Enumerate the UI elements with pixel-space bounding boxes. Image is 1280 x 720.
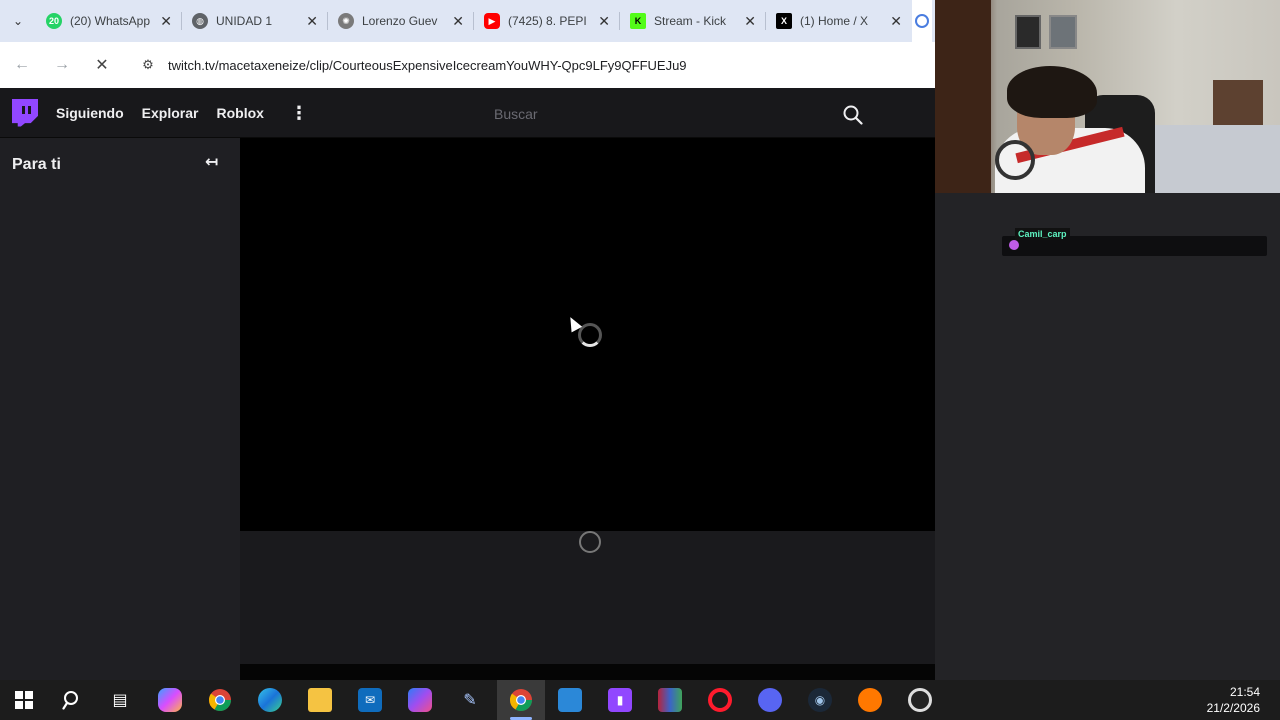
kick-icon: K	[630, 13, 646, 29]
loading-icon	[915, 14, 929, 28]
obs-icon[interactable]	[908, 688, 932, 712]
tab-title: Stream - Kick	[654, 14, 727, 28]
clock-time: 21:54	[1229, 685, 1260, 699]
close-tab-icon[interactable]: ✕	[598, 13, 610, 30]
screen: ⌄ 20 (20) WhatsApp ✕ ◍ UNIDAD 1 ✕ ✺ Lore…	[0, 0, 1280, 720]
stream-overlay: Camil_carp	[935, 0, 1280, 680]
webcam-headset	[995, 140, 1035, 180]
sidebar: Para ti ↤	[0, 138, 240, 680]
twitch-app-icon[interactable]: ▮	[608, 688, 632, 712]
microsoft-365-icon[interactable]	[408, 688, 432, 712]
steam-icon[interactable]: ◉	[808, 688, 832, 712]
chevron-down-icon: ⌄	[12, 14, 24, 28]
browser-toolbar: ← → ✕ ⚙ twitch.tv/macetaxeneize/clip/Cou…	[0, 42, 935, 88]
whatsapp-icon: 20	[46, 13, 62, 29]
loading-spinner-icon	[579, 531, 601, 553]
search-icon[interactable]	[60, 688, 84, 712]
taskbar: ▤ ✉ ✎ ▮ ◉ 21:54 21/2/2026	[0, 680, 1280, 720]
copilot-icon[interactable]	[158, 688, 182, 712]
twitch-logo-icon[interactable]	[12, 98, 38, 127]
search-input[interactable]	[482, 98, 832, 130]
tune-icon: ⚙	[142, 57, 154, 72]
active-browser-tab[interactable]	[912, 0, 932, 42]
system-clock[interactable]: 21:54 21/2/2026	[1207, 684, 1260, 716]
nav-following[interactable]: Siguiendo	[56, 105, 124, 121]
tab-title: UNIDAD 1	[216, 14, 273, 28]
outlook-icon[interactable]: ✉	[358, 688, 382, 712]
chrome-icon[interactable]	[208, 688, 232, 712]
tab-title: (20) WhatsApp	[70, 14, 150, 28]
video-player[interactable]	[240, 138, 940, 531]
search-icon	[843, 105, 863, 125]
tab-title: (7425) 8. PEPI	[508, 14, 587, 28]
file-explorer-icon[interactable]	[308, 688, 332, 712]
task-view-icon[interactable]: ▤	[108, 688, 132, 712]
nav-roblox[interactable]: Roblox	[216, 105, 263, 121]
nav-browse[interactable]: Explorar	[142, 105, 199, 121]
browser-tab[interactable]: X (1) Home / X ✕	[766, 0, 912, 42]
arrow-right-icon: →	[54, 56, 70, 73]
windows-start-icon[interactable]	[12, 688, 36, 712]
openai-icon: ✺	[338, 13, 354, 29]
browser-tab[interactable]: ◍ UNIDAD 1 ✕	[182, 0, 328, 42]
close-tab-icon[interactable]: ✕	[744, 13, 756, 30]
more-options-icon[interactable]: ⋮	[290, 104, 308, 122]
pen-tool-icon[interactable]: ✎	[458, 688, 482, 712]
x-icon: X	[776, 13, 792, 29]
webcam-door	[935, 0, 991, 193]
webcam-person-hair	[1007, 66, 1097, 118]
page-bottom-strip	[240, 664, 940, 680]
browser-tab[interactable]: ✺ Lorenzo Guev ✕	[328, 0, 474, 42]
webcam-feed	[935, 0, 1280, 193]
tab-search-button[interactable]: ⌄	[0, 0, 36, 42]
close-icon: ✕	[95, 57, 109, 74]
youtube-icon: ▶	[484, 13, 500, 29]
address-bar[interactable]: twitch.tv/macetaxeneize/clip/CourteousEx…	[168, 58, 687, 73]
browser-tab[interactable]: ▶ (7425) 8. PEPI ✕	[474, 0, 620, 42]
clip-info-area	[240, 531, 940, 664]
globe-icon: ◍	[192, 13, 208, 29]
close-tab-icon[interactable]: ✕	[890, 13, 902, 30]
site-info-button[interactable]: ⚙	[136, 53, 160, 77]
search-button[interactable]	[840, 102, 866, 128]
close-tab-icon[interactable]: ✕	[306, 13, 318, 30]
tab-title: Lorenzo Guev	[362, 14, 438, 28]
webcam-poster	[1049, 15, 1077, 49]
search-bar	[482, 98, 876, 130]
arrow-left-icon: ←	[14, 56, 30, 73]
stop-loading-button[interactable]: ✕	[84, 47, 120, 83]
forward-button[interactable]: →	[44, 47, 80, 83]
tab-title: (1) Home / X	[800, 14, 869, 28]
chrome-active-icon[interactable]	[509, 688, 533, 712]
browser-tabstrip: ⌄ 20 (20) WhatsApp ✕ ◍ UNIDAD 1 ✕ ✺ Lore…	[0, 0, 935, 42]
clock-date: 21/2/2026	[1206, 701, 1260, 715]
avast-icon[interactable]	[858, 688, 882, 712]
microsoft-store-icon[interactable]	[558, 688, 582, 712]
opera-icon[interactable]	[708, 688, 732, 712]
chat-badge-icon	[1009, 240, 1019, 250]
back-button[interactable]: ←	[4, 47, 40, 83]
close-tab-icon[interactable]: ✕	[452, 13, 464, 30]
browser-tab[interactable]: K Stream - Kick ✕	[620, 0, 766, 42]
webcam-bed	[1150, 125, 1280, 193]
browser-tab[interactable]: 20 (20) WhatsApp ✕	[36, 0, 182, 42]
winrar-icon[interactable]	[658, 688, 682, 712]
close-tab-icon[interactable]: ✕	[160, 13, 172, 30]
twitch-top-nav: Siguiendo Explorar Roblox ⋮	[0, 88, 935, 138]
sidebar-title: Para ti	[12, 156, 61, 173]
webcam-poster	[1015, 15, 1041, 49]
chat-username: Camil_carp	[1015, 228, 1070, 240]
collapse-sidebar-icon[interactable]: ↤	[205, 152, 218, 172]
discord-icon[interactable]	[758, 688, 782, 712]
edge-icon[interactable]	[258, 688, 282, 712]
